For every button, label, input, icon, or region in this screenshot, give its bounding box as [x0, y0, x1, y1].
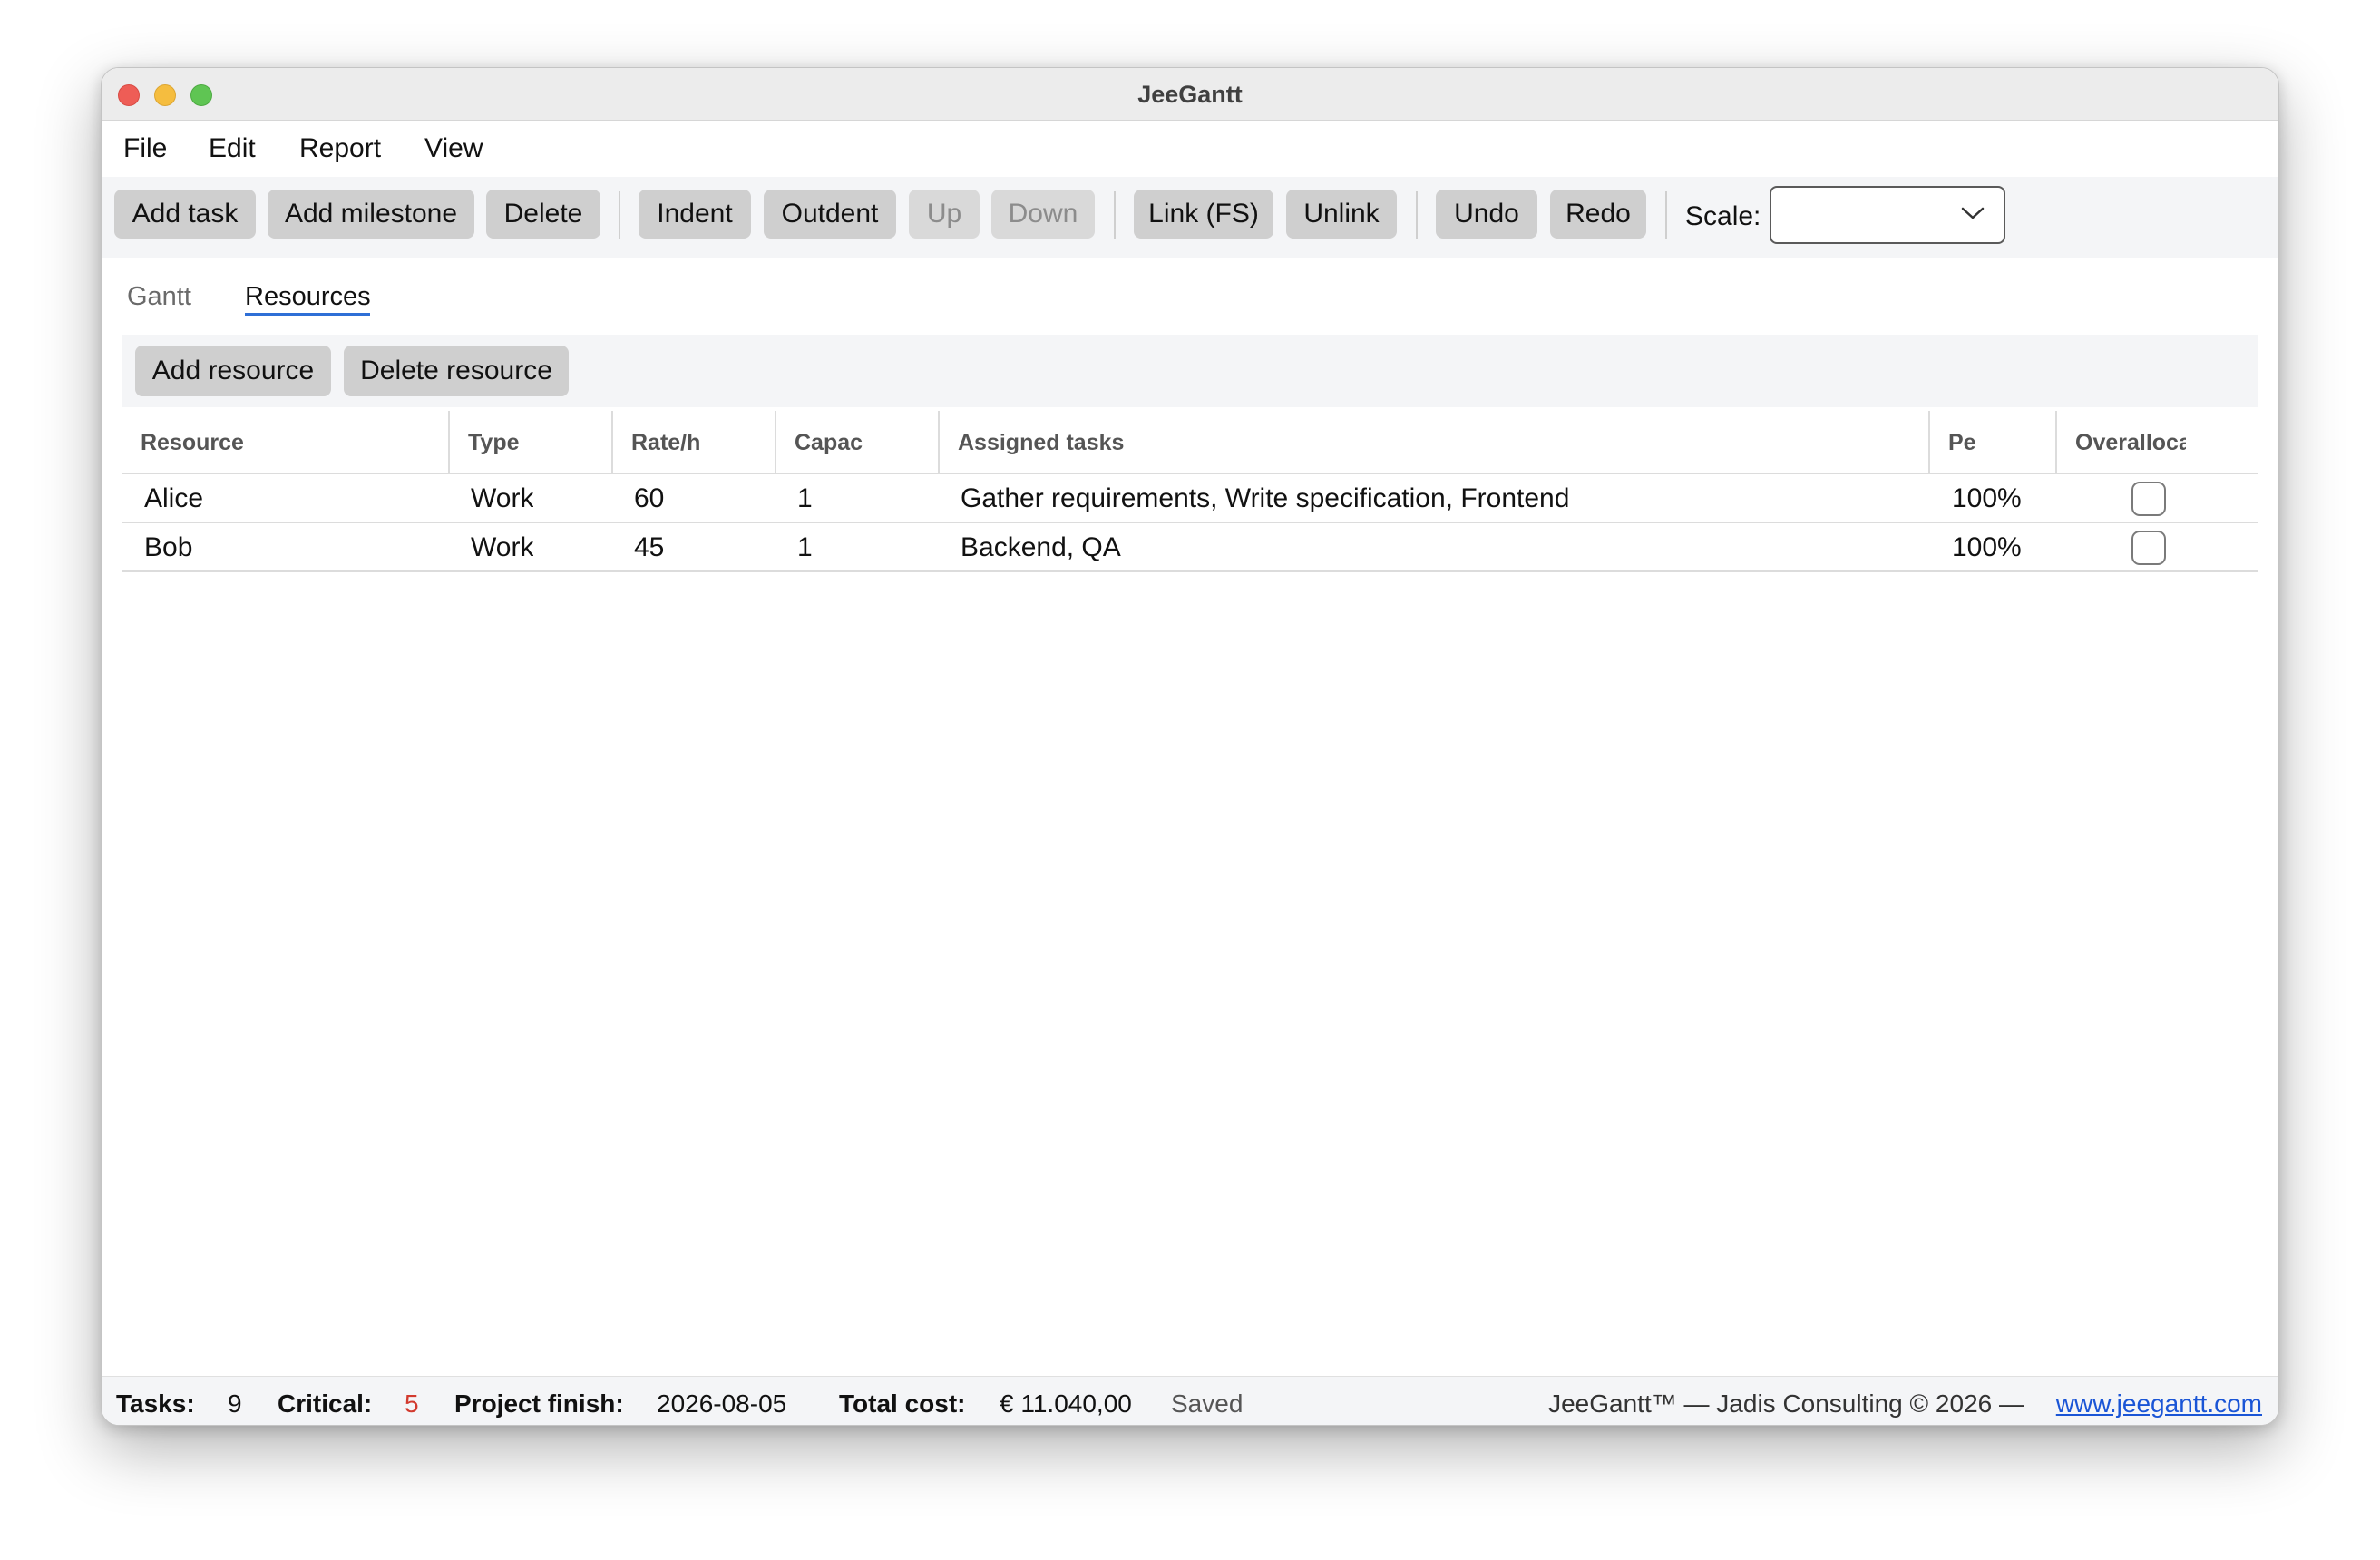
add-milestone-button[interactable]: Add milestone — [268, 190, 474, 239]
add-resource-button[interactable]: Add resource — [135, 346, 331, 396]
cell-assigned-tasks[interactable]: Gather requirements, Write specification… — [961, 474, 1569, 523]
add-task-button[interactable]: Add task — [114, 190, 256, 239]
outdent-button[interactable]: Outdent — [764, 190, 896, 239]
project-finish-date: 2026-08-05 — [657, 1389, 787, 1418]
link-fs-button[interactable]: Link (FS) — [1134, 190, 1273, 239]
app-window: JeeGantt File Edit Report View Add task … — [101, 67, 2279, 1426]
delete-button[interactable]: Delete — [486, 190, 600, 239]
tasks-count: 9 — [228, 1389, 242, 1418]
toolbar-separator — [1665, 191, 1667, 239]
resources-toolbar: Add resource Delete resource — [122, 335, 2258, 407]
main-toolbar: Add task Add milestone Delete Indent Out… — [102, 177, 2278, 258]
column-header-capacity[interactable]: Capac — [776, 411, 938, 474]
active-tab-indicator — [245, 313, 370, 316]
cell-capacity[interactable]: 1 — [797, 474, 813, 523]
total-cost-label: Total cost: — [839, 1389, 966, 1418]
cell-peak: 100% — [1952, 532, 2022, 562]
save-status: Saved — [1171, 1389, 1244, 1418]
tab-resources[interactable]: Resources — [245, 282, 371, 312]
menu-bar: File Edit Report View — [102, 121, 2278, 177]
column-header-overallocated[interactable]: Overalloca — [2057, 411, 2186, 474]
column-header-assigned-tasks[interactable]: Assigned tasks — [940, 411, 1928, 474]
toolbar-separator — [1114, 191, 1116, 239]
footer-copyright: JeeGantt™ — Jadis Consulting © 2026 — — [1548, 1389, 2024, 1418]
table-row[interactable]: Bob Work 45 1 Backend, QA 100% — [122, 523, 2258, 572]
cell-resource[interactable]: Alice — [144, 474, 203, 523]
column-header-rate[interactable]: Rate/h — [613, 411, 775, 474]
delete-resource-button[interactable]: Delete resource — [344, 346, 569, 396]
column-header-peak[interactable]: Pe — [1930, 411, 1992, 474]
project-finish-label: Project finish: — [454, 1389, 624, 1418]
indent-button[interactable]: Indent — [639, 190, 751, 239]
cell-rate[interactable]: 45 — [634, 523, 664, 572]
cell-capacity[interactable]: 1 — [797, 523, 813, 572]
column-header-type[interactable]: Type — [450, 411, 611, 474]
resources-table: Resource Type Rate/h Capac Assigned task… — [122, 411, 2258, 572]
cell-peak: 100% — [1952, 483, 2022, 513]
column-header-resource[interactable]: Resource — [122, 411, 449, 474]
toolbar-separator — [619, 191, 620, 239]
toolbar-separator — [1416, 191, 1418, 239]
table-row[interactable]: Alice Work 60 1 Gather requirements, Wri… — [122, 474, 2258, 523]
scale-label: Scale: — [1685, 201, 1761, 231]
overallocated-checkbox[interactable] — [2131, 531, 2166, 565]
website-link[interactable]: www.jeegantt.com — [2056, 1389, 2262, 1419]
tab-gantt[interactable]: Gantt — [127, 282, 191, 312]
critical-count: 5 — [405, 1389, 419, 1418]
cell-assigned-tasks[interactable]: Backend, QA — [961, 523, 1121, 572]
move-down-button[interactable]: Down — [991, 190, 1095, 239]
menu-edit[interactable]: Edit — [209, 133, 256, 164]
scale-dropdown[interactable] — [1770, 186, 2005, 244]
cell-resource[interactable]: Bob — [144, 523, 192, 572]
chevron-down-icon — [1961, 207, 1985, 219]
redo-button[interactable]: Redo — [1550, 190, 1646, 239]
table-header: Resource Type Rate/h Capac Assigned task… — [122, 411, 2258, 474]
critical-label: Critical: — [278, 1389, 373, 1418]
move-up-button[interactable]: Up — [909, 190, 980, 239]
menu-view[interactable]: View — [424, 133, 483, 164]
total-cost-value: € 11.040,00 — [1000, 1389, 1132, 1418]
cell-type[interactable]: Work — [471, 474, 533, 523]
overallocated-checkbox[interactable] — [2131, 482, 2166, 516]
status-bar: Tasks: 9 Critical: 5 Project finish: 202… — [102, 1376, 2278, 1425]
cell-rate[interactable]: 60 — [634, 474, 664, 523]
title-bar: JeeGantt — [102, 68, 2278, 121]
menu-file[interactable]: File — [123, 133, 167, 164]
unlink-button[interactable]: Unlink — [1286, 190, 1397, 239]
undo-button[interactable]: Undo — [1436, 190, 1537, 239]
cell-type[interactable]: Work — [471, 523, 533, 572]
tasks-label: Tasks: — [116, 1389, 195, 1418]
window-title: JeeGantt — [1137, 81, 1243, 108]
menu-report[interactable]: Report — [299, 133, 381, 164]
